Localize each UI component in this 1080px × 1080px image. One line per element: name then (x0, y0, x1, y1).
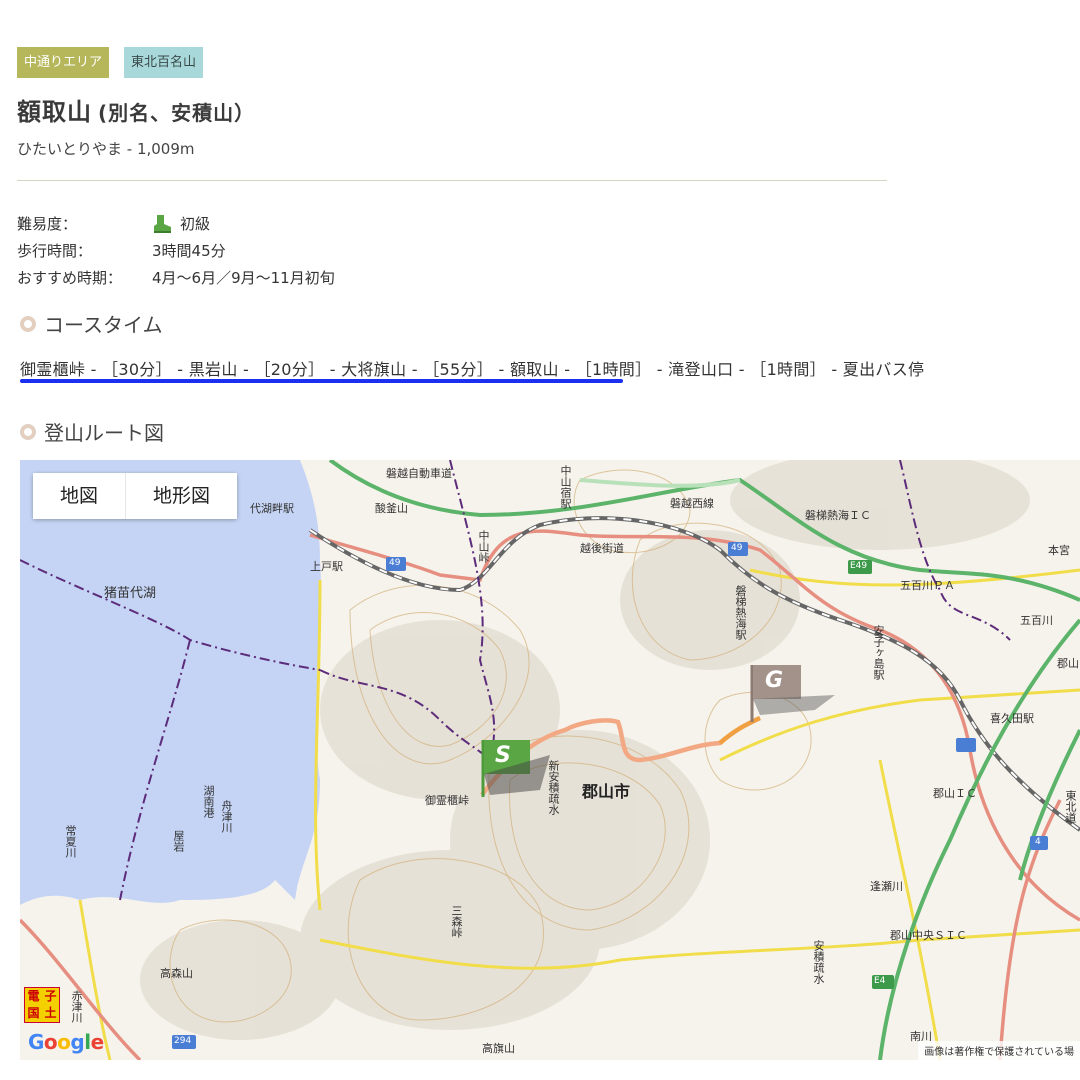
funatsu-label: 舟津川 (220, 800, 233, 833)
goal-marker: G (765, 668, 784, 693)
station-bandai-label: 磐梯熱海駅 (734, 585, 747, 640)
pass-label: 御霊櫃峠 (425, 794, 469, 807)
mountain-alias: (別名、安積山） (98, 101, 256, 125)
canal-label: 新安積疏水 (547, 760, 560, 815)
e49-label: E49 (850, 561, 868, 571)
kaido-label: 越後街道 (580, 542, 624, 555)
rail-west-label: 磐越西線 (670, 497, 714, 510)
difficulty-label: 難易度： (17, 215, 78, 233)
toose-label: 逢瀬川 (870, 880, 903, 893)
start-marker: S (495, 743, 511, 768)
gsi-logo[interactable]: 電子 国土 (24, 987, 60, 1023)
ring-icon (20, 315, 36, 332)
season-row: おすすめ時期： 4月〜6月／9月〜11月初旬 (17, 264, 335, 291)
walk-time-value: 3時間45分 (152, 242, 226, 260)
hyakumeizan-tag[interactable]: 東北百名山 (124, 47, 204, 78)
route-map-title: 登山ルート図 (44, 421, 164, 445)
city-label: 郡山市 (582, 782, 631, 801)
divider (17, 180, 887, 181)
season-label: おすすめ時期： (17, 269, 123, 287)
akatsu-label: 赤津川 (70, 990, 83, 1023)
route-map-heading: 登山ルート図 (20, 417, 164, 446)
station-azako-label: 安子ヶ島駅 (872, 625, 885, 680)
yoshi-label: 屋岩 (172, 830, 185, 852)
mountain-info: 難易度： 初級 歩行時間： 3時間45分 おすすめ時期： 4月〜6月／9月〜11… (17, 210, 335, 291)
mountain-name: 額取山 (17, 98, 92, 126)
google-logo[interactable]: Google (28, 1030, 104, 1054)
walk-time-row: 歩行時間： 3時間45分 (17, 237, 335, 264)
pa-label: 五百川ＰＡ (900, 579, 955, 592)
route-49b-label: 49 (731, 543, 743, 553)
route-4-label: 4 (1035, 837, 1041, 847)
station-jozu-label: 上戸駅 (310, 560, 343, 573)
tab-map[interactable]: 地図 (33, 473, 126, 519)
difficulty-row: 難易度： 初級 (17, 210, 335, 237)
gohyakugawa-label: 五百川 (1020, 614, 1053, 627)
course-time-heading: コースタイム (20, 309, 163, 338)
e4-label: E4 (874, 976, 886, 986)
konan-label: 湖南港 (202, 785, 215, 818)
map-type-tabs: 地図 地形図 (33, 473, 238, 519)
honmiya-label: 本宮 (1048, 544, 1070, 557)
bandai-ic-label: 磐梯熱海ＩＣ (805, 509, 871, 522)
mitsumori-label: 三森峠 (450, 905, 463, 938)
course-underline (20, 379, 623, 383)
course-time-text: 御霊櫃峠 - ［30分］ - 黒岩山 - ［20分］ - 大将旗山 - ［55分… (20, 360, 925, 379)
sukagaike-label: 酸釜山 (375, 502, 408, 515)
ring-icon (20, 423, 36, 440)
joshu-label: 常夏川 (64, 825, 77, 858)
tohoku-label: 東北道 (1064, 790, 1077, 823)
takahata-label: 高旗山 (482, 1042, 515, 1055)
mountain-title: 額取山 (別名、安積山） (17, 92, 255, 127)
expressway-label: 磐越自動車道 (386, 467, 452, 480)
route-map[interactable]: 猪苗代湖 郡山市 御霊櫃峠 新安積疏水 安積疏水 酸釜山 越後街道 上戸駅 代湖… (20, 460, 1080, 1060)
area-tag[interactable]: 中通りエリア (17, 47, 110, 78)
koriyama-sic-label: 郡山中央ＳＩＣ (890, 929, 967, 942)
walk-time-label: 歩行時間： (17, 242, 93, 260)
nakayama-pass-label: 中山峠 (477, 530, 490, 563)
station-lakeshore-label: 代湖畔駅 (250, 502, 294, 515)
station-nakayama-label: 中山宿駅 (559, 465, 572, 509)
tag-list: 中通りエリア 東北百名山 (17, 47, 204, 78)
difficulty-value: 初級 (180, 215, 211, 233)
tab-terrain[interactable]: 地形図 (125, 473, 238, 519)
koriyama-right-label: 郡山 (1057, 657, 1079, 670)
lake-label: 猪苗代湖 (104, 586, 157, 601)
season-value: 4月〜6月／9月〜11月初旬 (152, 269, 335, 287)
koriyama-ic-label: 郡山ＩＣ (933, 787, 977, 800)
map-copyright[interactable]: 画像は著作権で保護されている場 (918, 1041, 1080, 1060)
course-time-title: コースタイム (44, 313, 163, 337)
route-49a-label: 49 (389, 558, 401, 568)
route-294-label: 294 (174, 1036, 192, 1046)
station-kikuta-label: 喜久田駅 (990, 712, 1034, 725)
takamori-label: 高森山 (160, 967, 193, 980)
mountain-reading: ひたいとりやま - 1,009m (17, 140, 195, 158)
boot-icon (154, 214, 171, 233)
canal2-label: 安積疏水 (812, 940, 825, 984)
